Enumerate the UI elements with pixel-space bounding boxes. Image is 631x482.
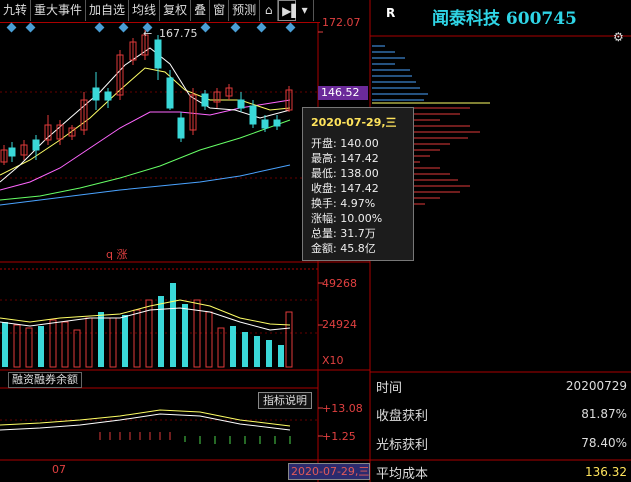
tooltip-turnover: 换手: 4.97% (311, 197, 376, 210)
axis-top-price: 172.07 (322, 16, 361, 29)
settings-icon[interactable]: ⚙ (613, 30, 624, 44)
info-avg-cost-value: 136.32 (585, 465, 627, 479)
volume-axis-mid: 24924 (322, 318, 357, 331)
tooltip-date: 2020-07-29,三 (311, 116, 397, 129)
info-avg-cost-label: 平均成本 (376, 467, 429, 482)
tooltip-low: 最低: 138.00 (311, 167, 379, 180)
volume-bars (0, 283, 293, 368)
month-label: 07 (52, 463, 66, 476)
high-price-label: 167.75 (159, 27, 198, 40)
indicator-axis-high: +13.08 (322, 402, 363, 415)
stock-title: 闻泰科技 600745 (432, 9, 577, 29)
r-mark: R (386, 6, 396, 20)
info-time-label: 时间 (376, 381, 403, 396)
volume-unit: X10 (322, 354, 344, 367)
tooltip-close: 收盘: 147.42 (311, 182, 379, 195)
volume-axis-high: 49268 (322, 277, 357, 290)
info-cursor-profit-label: 光标获利 (376, 438, 429, 453)
info-cursor-profit-value: 78.40% (581, 436, 627, 450)
high-arrow-icon: ← (143, 27, 153, 40)
tooltip-volume: 总量: 31.7万 (311, 227, 376, 240)
margin-indicator (0, 409, 291, 444)
kline-tooltip: 2020-07-29,三 开盘: 140.00 最高: 147.42 最低: 1… (302, 107, 414, 261)
current-price-tag: 146.52 (318, 86, 368, 100)
limit-up-label: q 涨 (106, 248, 128, 261)
tooltip-open: 开盘: 140.00 (311, 137, 379, 150)
indicator-explain-button[interactable]: 指标说明 (258, 392, 312, 409)
tooltip-amount: 金额: 45.8亿 (311, 242, 376, 255)
tooltip-high: 最高: 147.42 (311, 152, 379, 165)
info-time-value: 20200729 (565, 379, 627, 393)
indicator-name[interactable]: 融资融券余额 (8, 372, 82, 388)
tooltip-change: 涨幅: 10.00% (311, 212, 383, 225)
info-close-profit-label: 收盘获利 (376, 409, 429, 424)
indicator-axis-low: +1.25 (322, 430, 356, 443)
cursor-date-tag: 2020-07-29,三 (288, 463, 370, 480)
info-close-profit-value: 81.87% (581, 407, 627, 421)
